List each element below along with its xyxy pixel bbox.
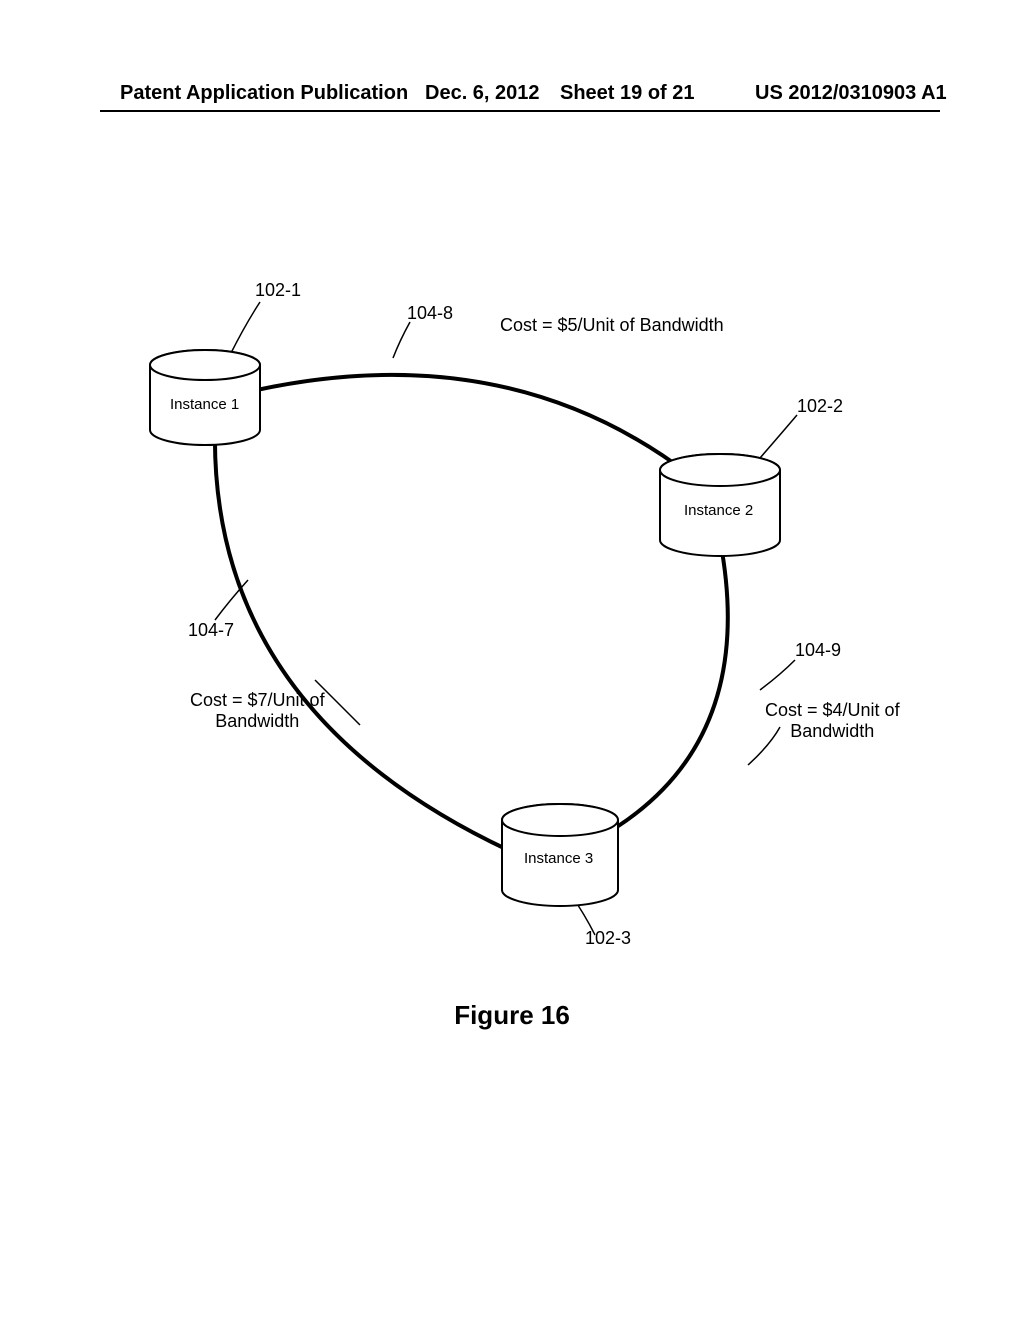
cost-label-9: Cost = $4/Unit of Bandwidth bbox=[765, 700, 900, 742]
figure-diagram: Instance 1 Instance 2 Instance 3 102-1 1… bbox=[100, 270, 920, 1070]
ref-102-3: 102-3 bbox=[585, 928, 631, 949]
ref-104-9: 104-9 bbox=[795, 640, 841, 661]
instance-3-label: Instance 3 bbox=[524, 850, 593, 867]
ref-104-7: 104-7 bbox=[188, 620, 234, 641]
header-rule bbox=[100, 110, 940, 112]
header-pubno: US 2012/0310903 A1 bbox=[755, 82, 947, 105]
cost-label-8: Cost = $5/Unit of Bandwidth bbox=[500, 315, 724, 336]
leader-104-8 bbox=[393, 322, 410, 358]
ref-102-1: 102-1 bbox=[255, 280, 301, 301]
link-104-9 bbox=[595, 540, 728, 840]
page: Patent Application Publication Dec. 6, 2… bbox=[0, 0, 1024, 1320]
leader-102-2 bbox=[760, 415, 797, 458]
ref-104-8: 104-8 bbox=[407, 303, 453, 324]
link-104-7 bbox=[215, 430, 530, 860]
header-left: Patent Application Publication bbox=[120, 82, 408, 105]
header-date: Dec. 6, 2012 bbox=[425, 82, 540, 105]
header-sheet: Sheet 19 of 21 bbox=[560, 82, 695, 105]
figure-caption: Figure 16 bbox=[0, 1000, 1024, 1031]
instance-2-label: Instance 2 bbox=[684, 502, 753, 519]
ref-102-2: 102-2 bbox=[797, 396, 843, 417]
leader-104-9 bbox=[760, 660, 795, 690]
instance-1-label: Instance 1 bbox=[170, 396, 239, 413]
cost-label-7: Cost = $7/Unit of Bandwidth bbox=[190, 690, 325, 732]
leader-102-1 bbox=[230, 302, 260, 355]
link-104-8 bbox=[235, 375, 690, 475]
diagram-svg bbox=[100, 270, 920, 1070]
